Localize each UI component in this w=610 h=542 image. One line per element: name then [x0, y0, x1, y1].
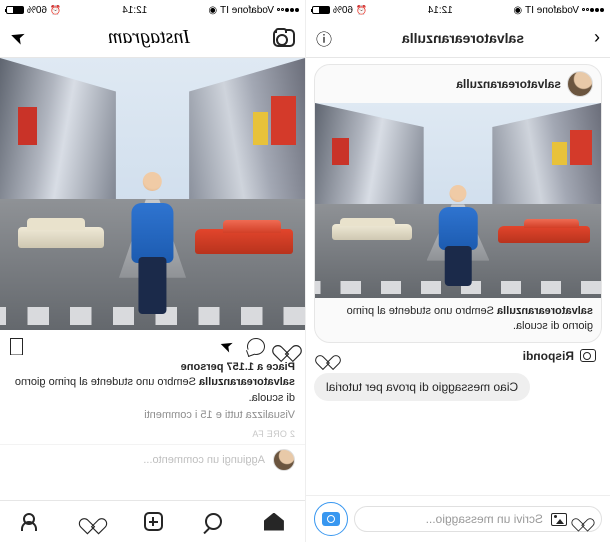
dm-thread[interactable]: salvatorearanzulla salvatorearanzulla Se…: [306, 58, 610, 495]
outgoing-message[interactable]: Ciao messaggio di prova per tutorial: [314, 373, 530, 401]
feed-header: Instagram ➤: [0, 18, 305, 58]
shared-post-caption: salvatorearanzulla Sembro uno studente a…: [315, 298, 601, 342]
post-caption: salvatorearanzulla Sembro uno studente a…: [10, 375, 295, 406]
battery-pct: 60%: [333, 5, 353, 16]
carrier-label: Vodafone IT: [220, 5, 274, 16]
add-comment-placeholder: Aggiungi un commento...: [10, 454, 265, 466]
status-bar: Vodafone IT ◉ 12:14 ⏰ 60%: [0, 0, 305, 18]
alarm-icon: ⏰: [50, 5, 61, 16]
status-time: 12:14: [122, 5, 147, 16]
caption-username[interactable]: salvatorearanzulla: [497, 305, 593, 317]
tab-new-post[interactable]: [144, 512, 163, 531]
dm-header-title[interactable]: salvatorearanzulla: [402, 30, 524, 46]
status-bar: Vodafone IT ◉ 12:14 ⏰ 60%: [306, 0, 610, 18]
post-action-bar: ➤: [0, 330, 305, 358]
shared-post-image[interactable]: [315, 103, 601, 298]
shared-post-card[interactable]: salvatorearanzulla salvatorearanzulla Se…: [314, 64, 602, 343]
post-image[interactable]: [0, 58, 305, 330]
signal-icon: [277, 8, 299, 12]
like-button[interactable]: [278, 338, 296, 354]
back-icon[interactable]: ‹: [594, 27, 600, 48]
my-avatar: [273, 449, 295, 471]
battery-icon: [6, 6, 24, 14]
battery-icon: [312, 6, 330, 14]
alarm-icon: ⏰: [356, 5, 367, 16]
reply-label: Rispondi: [523, 349, 574, 363]
heart-icon[interactable]: [576, 513, 590, 526]
tab-profile[interactable]: [21, 513, 37, 531]
likes-count[interactable]: Piace a 1.157 persone: [10, 360, 295, 375]
tab-search[interactable]: [205, 513, 222, 530]
comment-button[interactable]: [247, 338, 265, 355]
camera-icon: [580, 349, 596, 362]
caption-username[interactable]: salvatorearanzulla: [199, 376, 295, 388]
dm-header: ‹ salvatorearanzulla ⓘ: [306, 18, 610, 58]
carrier-label: Vodafone IT: [525, 5, 579, 16]
battery-pct: 60%: [27, 5, 47, 16]
dm-screen: Vodafone IT ◉ 12:14 ⏰ 60% ‹ salvatoreara…: [305, 0, 610, 542]
tab-bar: [0, 500, 305, 542]
like-message-button[interactable]: [320, 349, 336, 363]
info-icon[interactable]: ⓘ: [316, 26, 332, 50]
instagram-logo[interactable]: Instagram: [108, 26, 190, 49]
feed-scroll[interactable]: ➤ Piace a 1.157 persone salvatorearanzul…: [0, 58, 305, 500]
tab-home[interactable]: [264, 513, 284, 531]
message-placeholder: Scrivi un messaggio...: [365, 512, 543, 526]
post-timestamp: 2 ORE FA: [10, 428, 295, 441]
share-button[interactable]: ➤: [217, 334, 236, 357]
camera-button[interactable]: [314, 502, 348, 536]
dm-composer: Scrivi un messaggio...: [306, 495, 610, 542]
bookmark-button[interactable]: [10, 338, 23, 355]
signal-icon: [582, 8, 604, 12]
reply-button[interactable]: Rispondi: [523, 349, 596, 363]
status-time: 12:14: [428, 5, 453, 16]
post-meta: Piace a 1.157 persone salvatorearanzulla…: [0, 358, 305, 444]
wifi-icon: ◉: [513, 5, 522, 16]
message-input[interactable]: Scrivi un messaggio...: [354, 506, 602, 532]
camera-icon[interactable]: [273, 29, 295, 47]
shared-post-username[interactable]: salvatorearanzulla: [456, 77, 561, 91]
tab-activity[interactable]: [79, 512, 101, 532]
feed-screen: Vodafone IT ◉ 12:14 ⏰ 60% Instagram ➤: [0, 0, 305, 542]
view-comments-link[interactable]: Visualizza tutti e 15 i commenti: [10, 408, 295, 423]
wifi-icon: ◉: [208, 5, 217, 16]
avatar[interactable]: [567, 71, 593, 97]
direct-icon[interactable]: ➤: [7, 25, 28, 50]
add-comment-row[interactable]: Aggiungi un commento...: [0, 444, 305, 477]
gallery-icon[interactable]: [551, 513, 567, 526]
